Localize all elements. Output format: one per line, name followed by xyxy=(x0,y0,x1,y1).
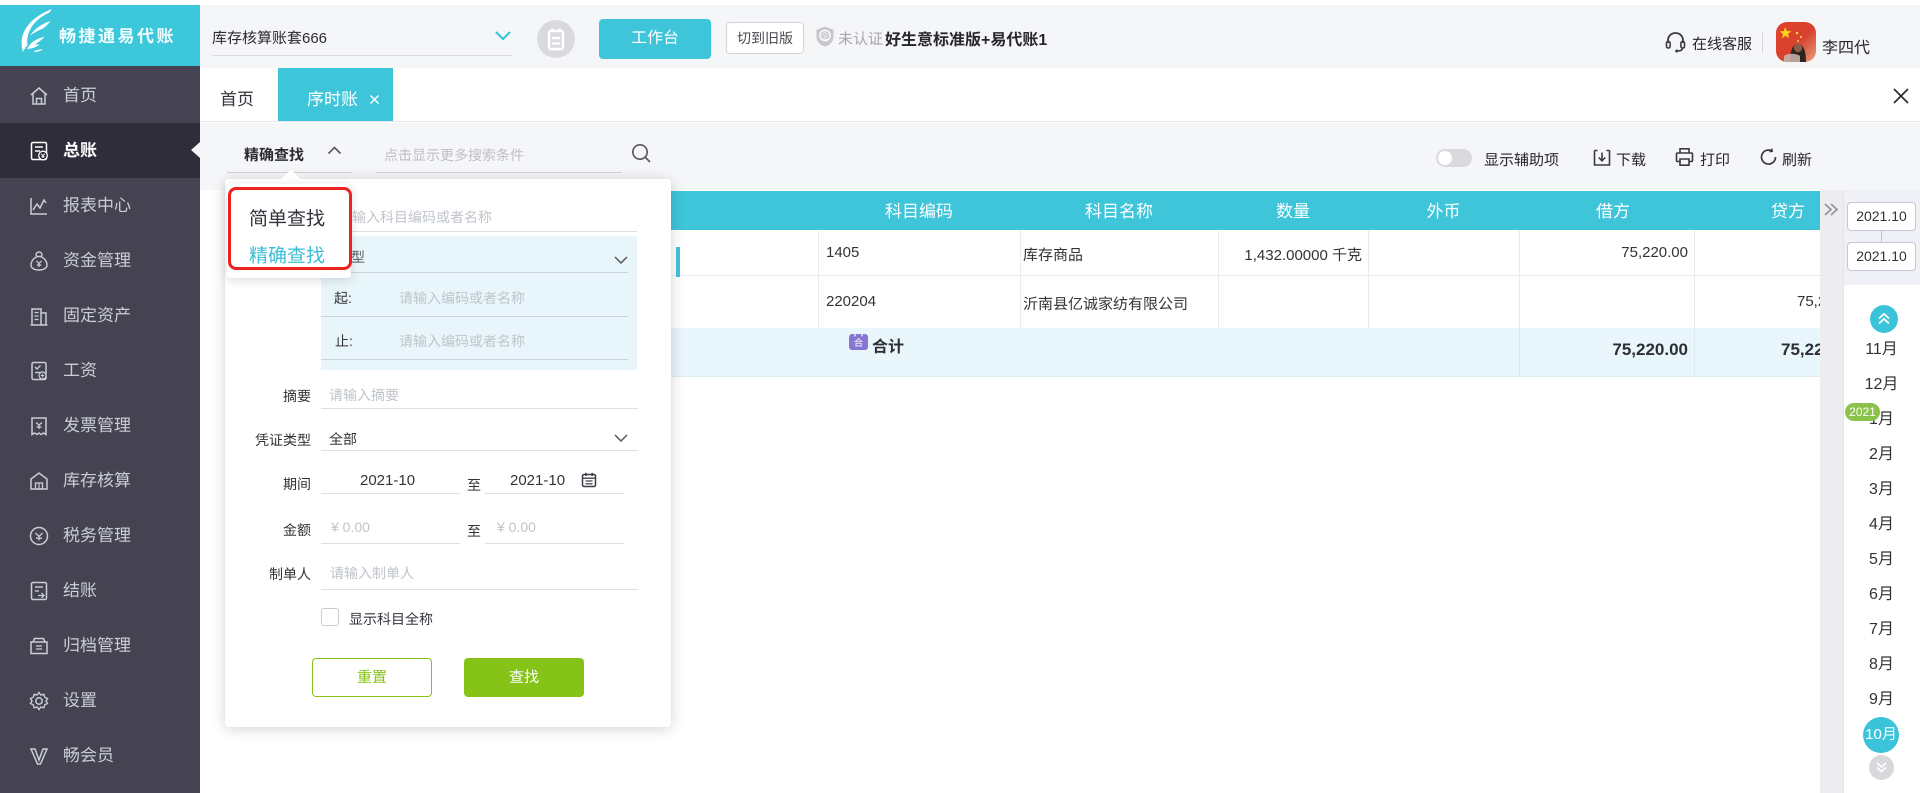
svg-text:企: 企 xyxy=(821,30,830,42)
svg-text:合: 合 xyxy=(854,335,864,349)
